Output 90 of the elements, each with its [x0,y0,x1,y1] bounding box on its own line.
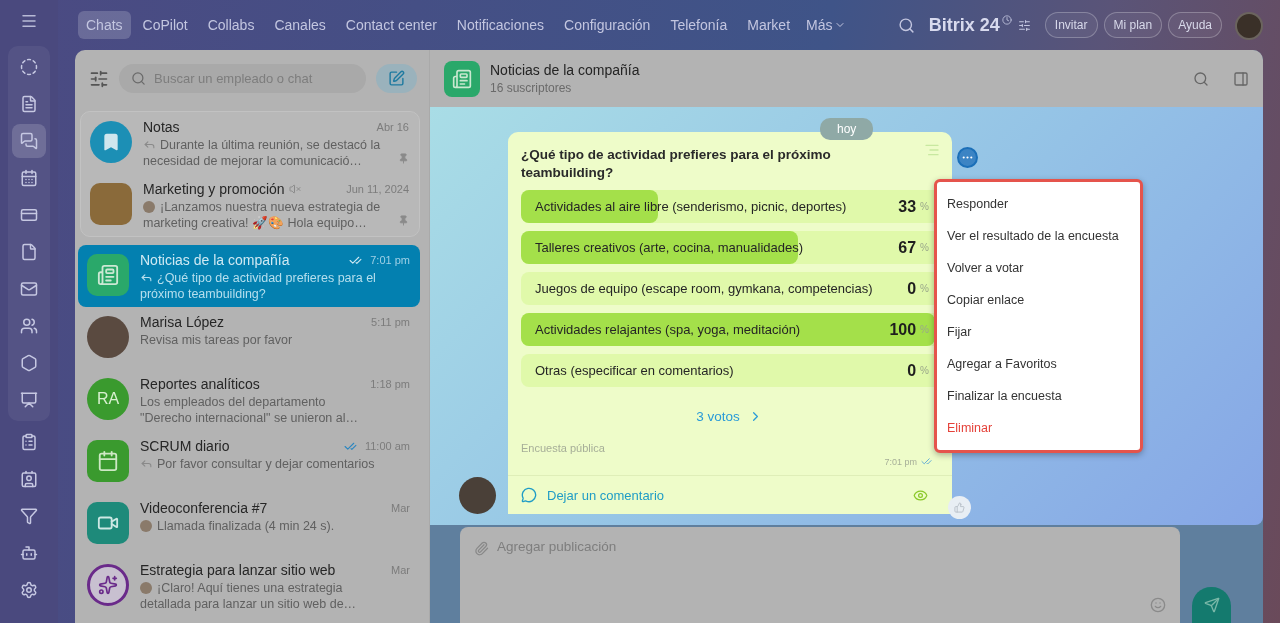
chat-title: Noticias de la compañía [490,62,641,78]
search-icon[interactable] [897,16,915,34]
menu-icon[interactable] [20,12,38,30]
more-menu[interactable]: Más [802,11,851,39]
eye-icon [913,487,928,503]
chat-name: Estrategia para lanzar sitio web [140,562,336,578]
poll-option[interactable]: Juegos de equipo (escape room, gymkana, competencias) 0 % [521,272,935,305]
poll-option[interactable]: Actividades al aire libre (senderismo, picnic, deportes) 33 % [521,190,935,223]
paperclip-icon[interactable] [474,541,489,556]
menu-item[interactable]: Volver a votar [937,252,1140,284]
header-button[interactable]: Invitar [1044,12,1098,38]
menu-item[interactable]: Responder [937,188,1140,220]
poll-option[interactable]: Actividades relajantes (spa, yoga, meditación) 100 % [521,313,935,346]
filter-icon[interactable] [89,68,109,89]
pen-square-icon [388,70,405,87]
chat-preview: Durante la última reunión, se destacó la necesidad de mejorar la comunicació… [143,137,382,169]
header-button[interactable]: Mi plan [1103,12,1163,38]
chat-name: Noticias de la compañía [140,252,290,268]
percent-sign: % [920,242,929,253]
percent-sign: % [920,365,929,376]
thumbs-up-icon [954,502,965,513]
avatar-photo-placeholder [459,477,496,514]
panel-toggle-icon[interactable] [1233,70,1249,87]
option-label: Actividades relajantes (spa, yoga, meditación) [535,322,802,337]
poll-option[interactable]: Talleres creativos (arte, cocina, manualidades) 67 % [521,231,935,264]
more-actions-button[interactable] [957,147,978,168]
date-pill: hoy [820,118,874,140]
chat-preview: ¡Claro! Aquí tienes una estrategia detallada para lanzar un sitio web de… [140,580,358,612]
send-icon [1203,597,1220,613]
nav-tab[interactable]: Market [739,11,799,39]
chat-preview: Revisa mis tareas por favor [140,332,294,348]
nav-tab[interactable]: Telefonía [662,11,736,39]
option-label: Talleres creativos (arte, cocina, manualidades) [535,240,805,255]
option-percent: 33 [898,197,917,216]
chat-time: Jun 11, 2024 [346,183,409,195]
newspaper-avatar [444,60,480,97]
option-percent: 0 [907,361,917,380]
option-percent: 100 [889,320,917,339]
poll-option[interactable]: Otras (especificar en comentarios) 0 % [521,354,935,387]
menu-item[interactable]: Copiar enlace [937,284,1140,316]
send-button[interactable] [1192,587,1231,623]
option-percent: 67 [898,238,917,257]
chat-name: Videoconferencia #7 [140,500,268,516]
clock-icon [1001,15,1012,25]
subscriber-count: 16 suscriptores [490,81,573,95]
chat-item[interactable]: Noticias de la compañía 7:01 pm ¿Qué tipo de actividad prefieres para el próximo teambuilding? [78,245,420,307]
option-label: Juegos de equipo (escape room, gymkana, competencias) [535,281,874,296]
initials-avatar: RA [87,378,129,420]
brand-logo: Bitrix 24 [928,14,1000,36]
nav-tab[interactable]: Notificaciones [448,11,552,39]
chat-preview: Llamada finalizada (4 min 24 s). [156,518,336,534]
nav-tab[interactable]: Configuración [556,11,659,39]
chat-preview: Por favor consultar y dejar comentarios [156,456,376,472]
sliders-icon[interactable] [1017,18,1031,32]
menu-item[interactable]: Agregar a Favoritos [937,348,1140,380]
comment-icon [521,487,537,503]
menu-item[interactable]: Finalizar la encuesta [937,380,1140,412]
menu-item[interactable]: Eliminar [937,412,1140,444]
header-button[interactable]: Ayuda [1168,12,1222,38]
percent-sign: % [920,283,929,294]
double-check-icon [921,456,932,467]
chat-preview: Los empleados del departamento "Derecho internacional" se unieron al… [140,394,360,426]
nav-tab[interactable]: Collabs [199,11,263,39]
menu-item[interactable]: Fijar [937,316,1140,348]
chat-preview: ¡Lanzamos nuestra nueva estrategia de marketing creativa! 🚀🎨 Hola equipo… [143,199,382,231]
chat-item[interactable]: Marketing y promoción Jun 11, 2024 ¡Lanzamos nuestra nueva estrategia de marketing creativa! 🚀🎨 Hola equipo… [81,174,419,236]
poll-visibility: Encuesta pública [521,442,606,454]
menu-item[interactable]: Ver el resultado de la encuesta [937,220,1140,252]
chat-name: Marketing y promoción [143,181,285,197]
nav-tab[interactable]: CoPilot [134,11,196,39]
option-label: Actividades al aire libre (senderismo, picnic, deportes) [535,199,848,214]
chat-name: Notas [143,119,180,135]
search-icon [131,71,146,86]
percent-sign: % [920,324,929,335]
chat-name: Reportes analíticos [140,376,260,392]
chat-preview: ¿Qué tipo de actividad prefieres para el próximo teambuilding? [140,270,377,302]
poll-question: ¿Qué tipo de actividad prefieres para el próximo teambuilding? [521,146,832,182]
user-avatar[interactable] [1235,12,1263,40]
search-icon[interactable] [1193,70,1209,87]
message-time: 7:01 pm [884,456,917,467]
nav-tab[interactable]: Contact center [337,11,445,39]
lines-icon [924,142,940,158]
chat-time: 7:01 pm [370,254,410,266]
chat-name: SCRUM diario [140,438,230,454]
chat-name: Marisa López [140,314,225,330]
percent-sign: % [920,201,929,212]
chat-bubbles-icon[interactable] [12,124,46,158]
option-percent: 0 [907,279,917,298]
nav-tab[interactable]: Canales [266,11,334,39]
option-label: Otras (especificar en comentarios) [535,363,735,378]
